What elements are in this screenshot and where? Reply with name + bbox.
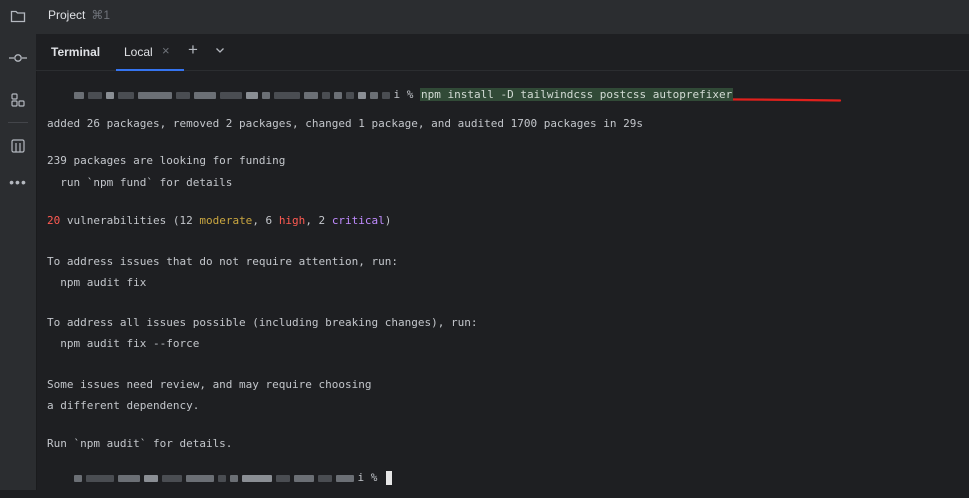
terminal-output[interactable]: i % npm install -D tailwindcss postcss a… <box>36 70 969 490</box>
vuln-high: high <box>278 214 306 227</box>
output-audit-fix-force: npm audit fix --force <box>47 337 200 350</box>
output-review-2: a different dependency. <box>47 399 200 412</box>
top-bar: Project ⌘1 <box>36 0 969 34</box>
vuln-text: , 6 <box>252 214 279 227</box>
tab-local[interactable]: Local <box>124 45 153 59</box>
prompt-symbol: i % <box>357 471 378 484</box>
output-address-all: To address all issues possible (includin… <box>47 316 478 329</box>
more-icon[interactable]: ••• <box>0 168 36 196</box>
output-added: added 26 packages, removed 2 packages, c… <box>47 117 644 130</box>
sidebar-divider <box>8 122 28 123</box>
project-tab-label: Project <box>48 8 86 22</box>
terminal-tool-title: Terminal <box>51 45 101 59</box>
output-fund-hint: run `npm fund` for details <box>47 176 233 189</box>
vuln-critical: critical <box>331 214 385 227</box>
vuln-moderate: moderate <box>199 214 253 227</box>
redacted-prompt-path <box>73 471 358 484</box>
tool-window-sidebar: ••• <box>0 0 37 490</box>
bookmark-icon[interactable] <box>0 132 36 160</box>
chevron-down-icon[interactable] <box>214 44 226 56</box>
project-tab[interactable]: Project ⌘1 <box>48 8 110 22</box>
vuln-text: ) <box>384 214 392 227</box>
output-funding: 239 packages are looking for funding <box>47 154 286 167</box>
output-address: To address issues that do not require at… <box>47 255 398 268</box>
output-audit-fix: npm audit fix <box>47 276 147 289</box>
output-run-audit: Run `npm audit` for details. <box>47 437 233 450</box>
output-review-1: Some issues need review, and may require… <box>47 378 372 391</box>
vuln-text: vulnerabilities (12 <box>60 214 200 227</box>
folder-icon[interactable] <box>0 2 36 30</box>
prompt-symbol: i % <box>393 88 414 101</box>
terminal-tab-bar: Terminal Local × + <box>36 34 969 71</box>
text-cursor <box>386 471 392 485</box>
vuln-count: 20 <box>47 214 61 227</box>
close-icon[interactable]: × <box>162 43 170 58</box>
plus-icon[interactable]: + <box>188 40 198 60</box>
commit-icon[interactable] <box>0 44 36 72</box>
output-vulnerabilities: 20 vulnerabilities (12 moderate, 6 high,… <box>47 214 391 227</box>
command-line: i % npm install -D tailwindcss postcss a… <box>47 75 734 114</box>
npm-install-command: npm install -D tailwindcss postcss autop… <box>420 88 734 101</box>
structure-icon[interactable] <box>0 86 36 114</box>
redacted-prompt-path <box>73 88 394 101</box>
current-prompt-line: i % <box>47 458 392 498</box>
project-shortcut: ⌘1 <box>91 8 111 22</box>
vuln-text: , 2 <box>305 214 332 227</box>
